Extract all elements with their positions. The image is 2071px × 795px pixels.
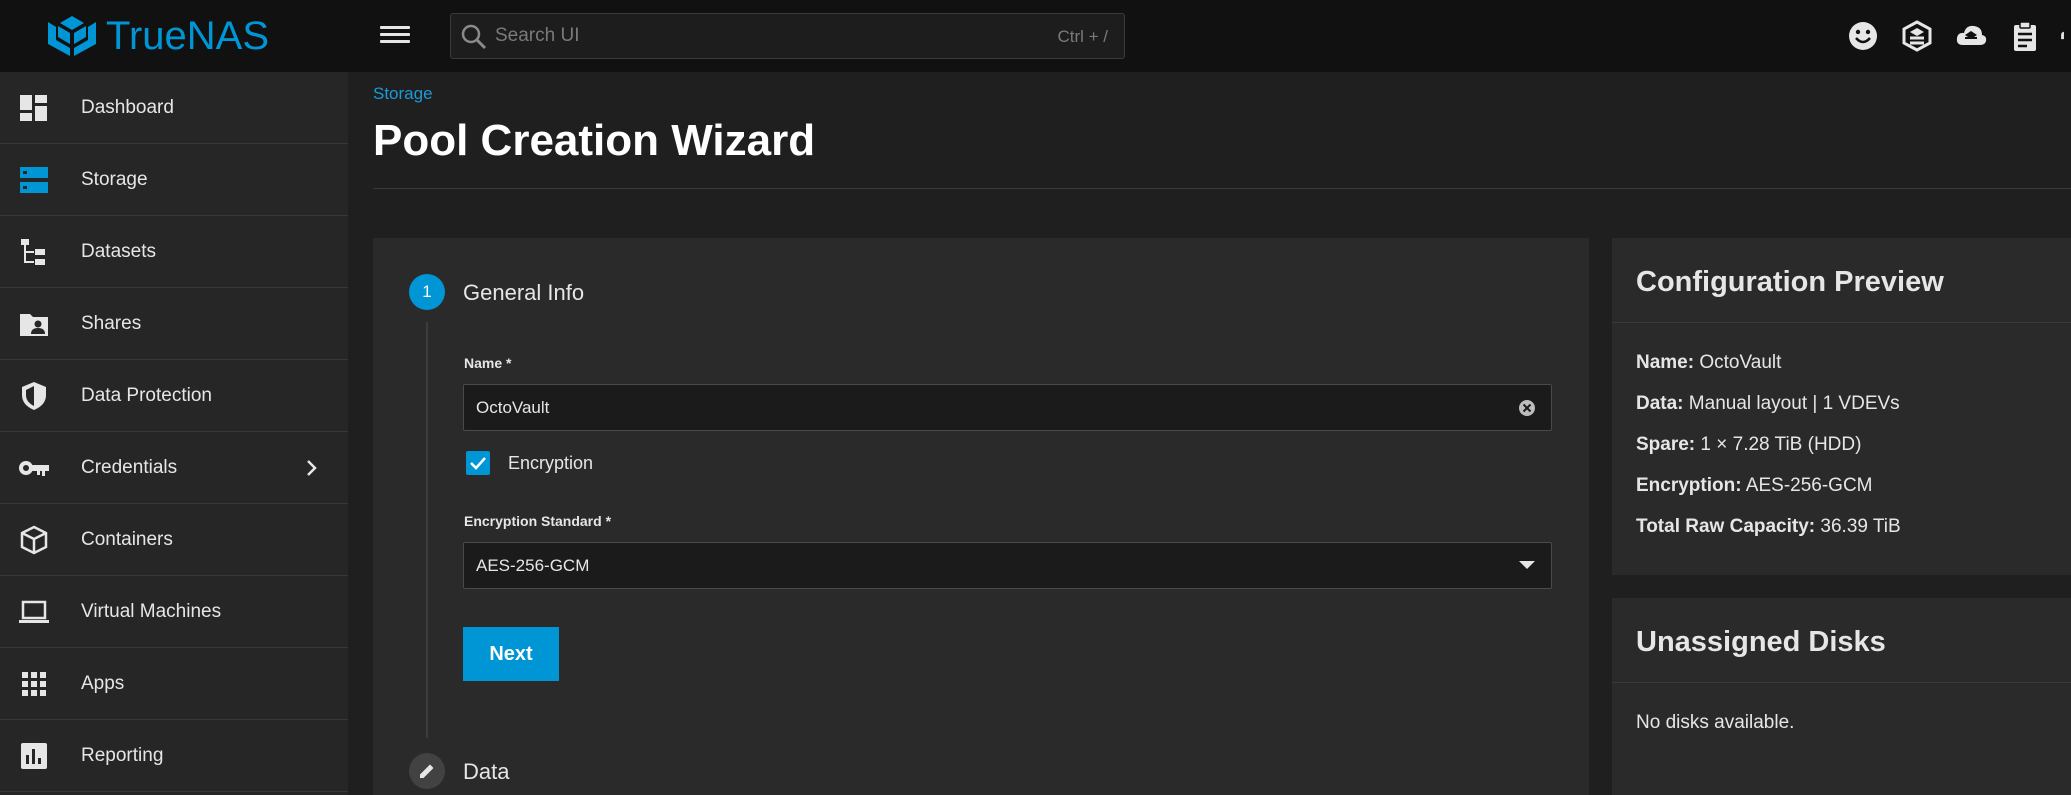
name-input[interactable]: [476, 385, 1476, 430]
storage-icon: [20, 167, 48, 193]
unassigned-disks-card: Unassigned Disks No disks available.: [1612, 598, 2071, 795]
shield-icon: [22, 382, 46, 410]
cloud-sync-icon: [1956, 25, 1987, 45]
dashboard-icon: [20, 95, 47, 121]
sidebar-item-label: Datasets: [81, 240, 156, 262]
sidebar-item-dashboard[interactable]: Dashboard: [0, 72, 348, 144]
sidebar: Dashboard Storage Datasets Shares Data P…: [0, 72, 348, 795]
configuration-preview-card: Configuration Preview Name: OctoVault Da…: [1612, 238, 2071, 575]
stepper-line: [426, 322, 428, 738]
sidebar-item-label: Reporting: [81, 744, 164, 766]
sidebar-item-label: Dashboard: [81, 96, 174, 118]
alerts-button[interactable]: [2059, 16, 2071, 56]
app-root: TrueNAS Ctrl + /: [0, 0, 2071, 795]
search-shortcut-hint: Ctrl + /: [1057, 27, 1108, 46]
no-disks-message: No disks available.: [1636, 712, 1795, 733]
sidebar-item-storage[interactable]: Storage: [0, 144, 348, 216]
preview-row-total-raw-capacity: Total Raw Capacity: 36.39 TiB: [1636, 516, 1901, 537]
sidebar-item-data-protection[interactable]: Data Protection: [0, 360, 348, 432]
truecommand-icon: [1902, 20, 1932, 52]
sidebar-item-shares[interactable]: Shares: [0, 288, 348, 360]
bar-chart-icon: [21, 743, 47, 769]
sidebar-item-label: Virtual Machines: [81, 600, 222, 622]
datasets-icon: [21, 239, 45, 265]
sidebar-item-apps[interactable]: Apps: [0, 648, 348, 720]
name-field[interactable]: [463, 384, 1552, 431]
preview-row-name: Name: OctoVault: [1636, 352, 1782, 373]
jobs-button[interactable]: [2005, 16, 2045, 56]
encryption-standard-label: Encryption Standard *: [464, 513, 612, 529]
encryption-standard-select[interactable]: AES-256-GCM: [463, 542, 1552, 589]
truenas-logo[interactable]: TrueNAS: [46, 14, 269, 58]
brand-name: TrueNAS: [106, 13, 270, 58]
menu-toggle-button[interactable]: [380, 22, 410, 50]
sidebar-item-credentials[interactable]: Credentials: [0, 432, 348, 504]
sidebar-item-containers[interactable]: Containers: [0, 504, 348, 576]
search-input[interactable]: [495, 14, 995, 58]
sidebar-item-datasets[interactable]: Datasets: [0, 216, 348, 288]
preview-row-encryption: Encryption: AES-256-GCM: [1636, 475, 1873, 496]
unassigned-disks-title: Unassigned Disks: [1636, 626, 1886, 658]
step-1-title[interactable]: General Info: [463, 280, 584, 306]
configuration-preview-title: Configuration Preview: [1636, 266, 1944, 298]
search-box[interactable]: Ctrl + /: [450, 13, 1125, 59]
caret-down-icon: [1519, 561, 1535, 569]
truecommand-button[interactable]: [1897, 16, 1937, 56]
bell-icon: [2061, 31, 2064, 40]
cloud-sync-button[interactable]: [1951, 16, 1991, 56]
truenas-logo-icon: [48, 16, 96, 56]
sidebar-item-label: Containers: [81, 528, 173, 550]
clipboard-icon: [2014, 21, 2036, 51]
next-button[interactable]: Next: [463, 627, 559, 681]
sidebar-item-label: Storage: [81, 168, 148, 190]
clear-icon[interactable]: [1517, 398, 1537, 418]
feedback-button[interactable]: [1843, 16, 1883, 56]
step-2-title[interactable]: Data: [463, 759, 509, 785]
sidebar-item-label: Shares: [81, 312, 142, 334]
encryption-label: Encryption: [508, 452, 594, 473]
name-label: Name *: [464, 355, 512, 371]
encryption-checkbox[interactable]: [466, 451, 490, 475]
chevron-right-icon: [307, 460, 317, 476]
step-2-indicator[interactable]: [409, 753, 445, 789]
sidebar-item-virtual-machines[interactable]: Virtual Machines: [0, 576, 348, 648]
breadcrumb-storage[interactable]: Storage: [373, 84, 433, 104]
sidebar-item-reporting[interactable]: Reporting: [0, 720, 348, 792]
top-icons: [1843, 16, 2071, 56]
smiley-icon: [1849, 22, 1877, 50]
sidebar-item-label: Credentials: [81, 456, 178, 478]
shares-icon: [20, 314, 48, 336]
encryption-checkbox-row[interactable]: Encryption: [466, 450, 593, 476]
sidebar-item-label: Apps: [81, 672, 125, 694]
page-title: Pool Creation Wizard: [373, 116, 816, 165]
cube-icon: [20, 525, 48, 555]
search-icon: [461, 24, 487, 50]
apps-grid-icon: [22, 672, 46, 696]
preview-row-data: Data: Manual layout | 1 VDEVs: [1636, 393, 1900, 414]
encryption-standard-value: AES-256-GCM: [476, 556, 590, 575]
sidebar-item-label: Data Protection: [81, 384, 212, 406]
step-1-indicator[interactable]: 1: [409, 274, 445, 310]
preview-row-spare: Spare: 1 × 7.28 TiB (HDD): [1636, 434, 1862, 455]
check-icon: [470, 457, 486, 470]
top-bar: TrueNAS Ctrl + /: [0, 0, 2071, 72]
hamburger-icon: [380, 26, 410, 29]
key-icon: [19, 461, 49, 476]
header-divider: [373, 188, 2071, 189]
pencil-icon: [420, 764, 434, 778]
laptop-icon: [19, 600, 49, 623]
wizard-panel: 1 General Info Name * Encryption Encrypt…: [373, 238, 1589, 795]
